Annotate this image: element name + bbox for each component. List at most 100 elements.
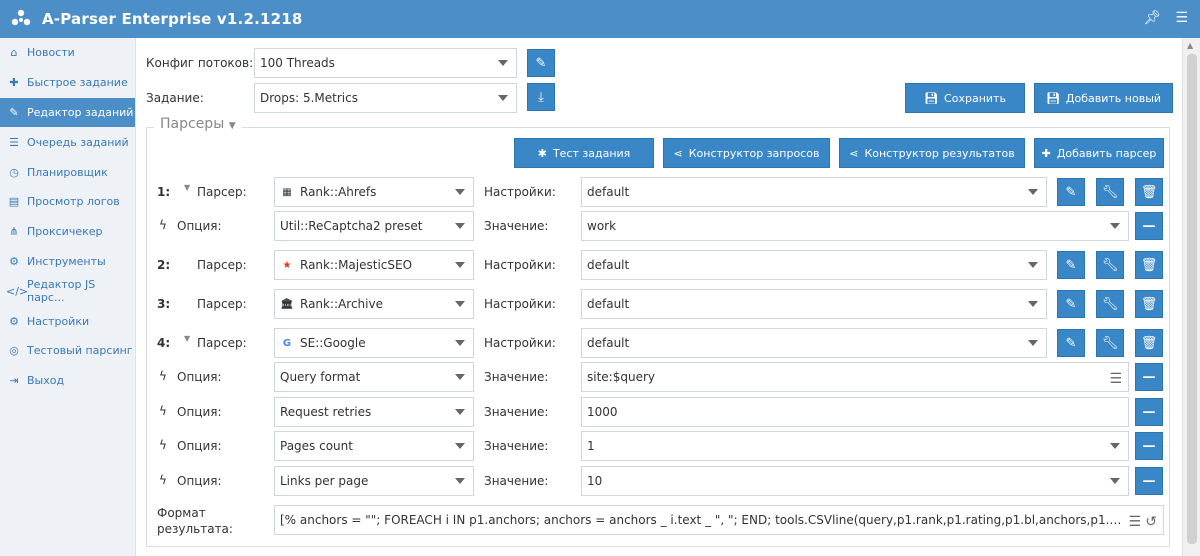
parsers-legend[interactable]: Парсеры ▼	[154, 116, 242, 132]
parser-select[interactable]: 🏛︎ Rank::Archive	[274, 289, 474, 319]
parser-select[interactable]: ▦ Rank::Ahrefs	[274, 177, 474, 207]
undo-icon[interactable]: ↺	[1145, 514, 1157, 530]
edit-parser-button[interactable]: ✎	[1057, 290, 1085, 318]
settings-select[interactable]: 1	[581, 431, 1129, 461]
option-select[interactable]: Util::ReCaptcha2 preset	[274, 211, 474, 241]
pin-icon[interactable]: 📌︎	[1144, 10, 1162, 26]
option-select[interactable]: Request retries	[274, 397, 474, 427]
chevron-down-icon	[1110, 478, 1120, 484]
home-icon: ⌂	[10, 46, 18, 60]
sidebar-item-8[interactable]: </> Редактор JS парс...	[0, 276, 135, 306]
scrollbar-thumb[interactable]	[1187, 54, 1197, 544]
sidebar-item-10[interactable]: ◎ Тестовый парсинг	[0, 336, 135, 366]
delete-parser-button[interactable]: 🗑︎	[1135, 178, 1163, 206]
remove-option-button[interactable]: —	[1135, 467, 1163, 495]
edit-parser-button[interactable]: ✎	[1057, 251, 1085, 279]
sidebar-item-7[interactable]: ⚙ Инструменты	[0, 247, 135, 277]
edit-parser-button[interactable]: ✎	[1057, 178, 1085, 206]
sidebar-item-11[interactable]: ⇥ Выход	[0, 366, 135, 396]
edit-parser-button[interactable]: ✎	[1057, 329, 1085, 357]
sidebar-item-4[interactable]: ◷ Планировщик	[0, 157, 135, 187]
menu-icon[interactable]: ☰	[1175, 10, 1188, 26]
parser-label: Парсер:	[197, 336, 247, 350]
sidebar-item-label: Быстрое задание	[27, 76, 128, 90]
load-task-button[interactable]: ⤓	[527, 83, 555, 111]
settings-select[interactable]: site:$query ☰	[581, 362, 1129, 392]
configure-parser-button[interactable]: 🔧︎	[1096, 251, 1124, 279]
settings-select-value: 10	[587, 474, 603, 488]
code-icon: </>	[6, 284, 29, 298]
parser-label: Парсер:	[197, 185, 247, 199]
sidebar-item-5[interactable]: ▤ Просмотр логов	[0, 187, 135, 217]
query-builder-label: Конструктор запросов	[688, 146, 820, 160]
minus-icon: —	[1142, 404, 1156, 420]
parser-label: Парсер:	[197, 258, 247, 272]
trash-icon: 🗑︎	[1140, 296, 1158, 312]
settings-select[interactable]: default	[581, 328, 1047, 358]
edit-threads-button[interactable]: ✎	[527, 49, 555, 77]
delete-parser-button[interactable]: 🗑︎	[1135, 290, 1163, 318]
settings-label: Настройки:	[484, 336, 556, 350]
settings-select[interactable]: 10	[581, 466, 1129, 496]
add-new-button[interactable]: 💾︎ Добавить новый	[1034, 83, 1173, 113]
option-select[interactable]: Pages count	[274, 431, 474, 461]
bug-icon: ✱	[537, 146, 547, 160]
test-task-button[interactable]: ✱ Тест задания	[514, 138, 654, 168]
task-label: Задание:	[146, 91, 204, 105]
query-builder-button[interactable]: ⋖ Конструктор запросов	[663, 138, 830, 168]
sidebar-item-2[interactable]: ✎ Редактор заданий	[0, 97, 135, 128]
floppy-icon: 💾︎	[924, 91, 939, 105]
vertical-scrollbar[interactable]: ▲	[1182, 38, 1200, 556]
settings-select[interactable]: 1000	[581, 397, 1129, 427]
add-parser-button[interactable]: ✚ Добавить парсер	[1034, 138, 1164, 168]
sidebar-item-0[interactable]: ⌂ Новости	[0, 38, 135, 68]
remove-option-button[interactable]: —	[1135, 363, 1163, 391]
threads-config-select[interactable]: 100 Threads	[254, 48, 517, 78]
settings-label: Значение:	[484, 474, 549, 488]
scroll-up-icon[interactable]: ▲	[1187, 41, 1193, 50]
settings-select[interactable]: default	[581, 250, 1047, 280]
task-select[interactable]: Drops: 5.Metrics	[254, 83, 517, 113]
chevron-down-icon	[455, 301, 465, 307]
caret-down-icon: ▼	[228, 121, 236, 131]
configure-parser-button[interactable]: 🔧︎	[1096, 178, 1124, 206]
delete-parser-button[interactable]: 🗑︎	[1135, 251, 1163, 279]
parser-select[interactable]: ★ Rank::MajesticSEO	[274, 250, 474, 280]
parser-select[interactable]: G SE::Google	[274, 328, 474, 358]
sidebar-item-label: Выход	[27, 374, 65, 388]
configure-parser-button[interactable]: 🔧︎	[1096, 290, 1124, 318]
option-select[interactable]: Links per page	[274, 466, 474, 496]
wrench-icon: 🔧︎	[1101, 296, 1119, 312]
remove-option-button[interactable]: —	[1135, 212, 1163, 240]
settings-select-value: 1000	[587, 405, 618, 419]
option-select[interactable]: Query format	[274, 362, 474, 392]
parser-number: 3:	[157, 297, 171, 311]
sidebar-item-3[interactable]: ☰ Очередь заданий	[0, 127, 135, 157]
settings-select[interactable]: work	[581, 211, 1129, 241]
minus-icon: —	[1142, 438, 1156, 454]
sidebar-item-6[interactable]: ⋔ Проксичекер	[0, 217, 135, 247]
option-select-value: Request retries	[280, 405, 372, 419]
download-icon: ⤓	[538, 89, 544, 105]
delete-parser-button[interactable]: 🗑︎	[1135, 329, 1163, 357]
save-button[interactable]: 💾︎ Сохранить	[905, 83, 1025, 113]
sidebar-item-9[interactable]: ⚙ Настройки	[0, 306, 135, 336]
result-format-input[interactable]: [% anchors = ""; FOREACH i IN p1.anchors…	[274, 505, 1164, 535]
remove-option-button[interactable]: —	[1135, 398, 1163, 426]
task-value: Drops: 5.Metrics	[260, 91, 358, 105]
sidebar-item-1[interactable]: ✚ Быстрое задание	[0, 68, 135, 98]
list-icon[interactable]: ☰	[1109, 371, 1122, 387]
settings-select[interactable]: default	[581, 177, 1047, 207]
result-builder-button[interactable]: ⋖ Конструктор результатов	[839, 138, 1025, 168]
title-bar: A-Parser Enterprise v1.2.1218 📌︎ ☰	[0, 0, 1200, 38]
configure-parser-button[interactable]: 🔧︎	[1096, 329, 1124, 357]
settings-select-value: 1	[587, 439, 595, 453]
remove-option-button[interactable]: —	[1135, 432, 1163, 460]
collapse-icon[interactable]: ▼	[184, 334, 190, 343]
sidebar-item-label: Редактор заданий	[27, 105, 134, 119]
settings-select[interactable]: default	[581, 289, 1047, 319]
list-icon[interactable]: ☰	[1128, 514, 1141, 530]
settings-label: Настройки:	[484, 297, 556, 311]
collapse-icon[interactable]: ▼	[184, 183, 190, 192]
share-icon: ⋖	[673, 146, 683, 160]
